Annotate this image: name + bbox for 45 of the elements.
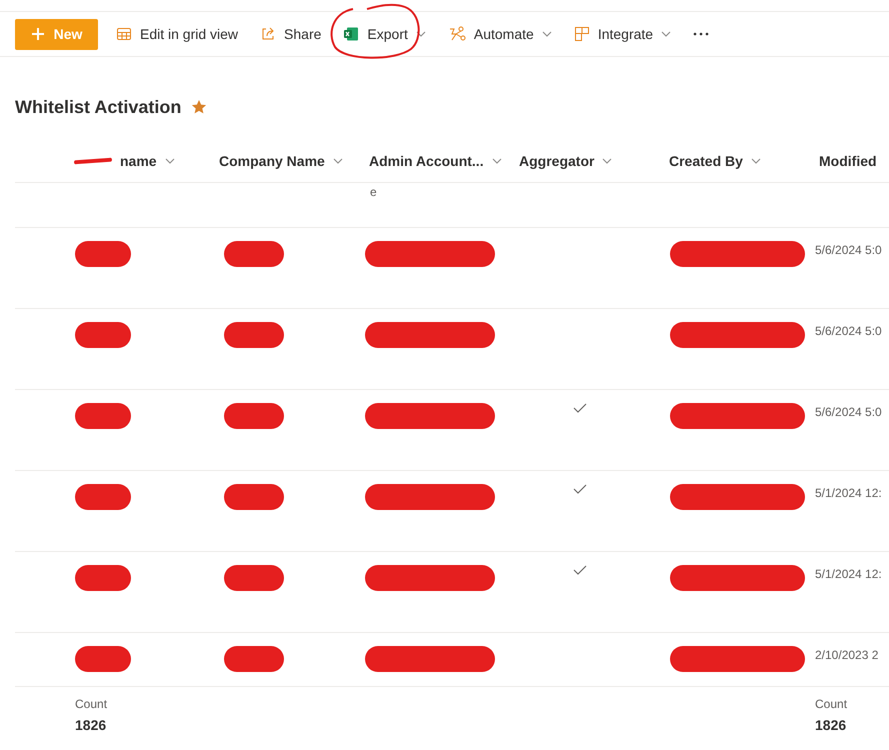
table-cell: 2/10/2023 2 xyxy=(815,648,878,662)
table-cell: e xyxy=(370,185,377,199)
chevron-icon xyxy=(542,31,552,37)
button-label: Edit in grid view xyxy=(140,26,238,42)
count-value: 1826 xyxy=(75,717,108,733)
column-header[interactable]: Aggregator xyxy=(513,148,618,172)
toolbar-button[interactable]: Share xyxy=(252,18,330,50)
table-cell: 5/6/2024 5:0 xyxy=(815,324,882,338)
column-header[interactable]: name xyxy=(68,148,181,172)
column-header[interactable]: Company Name xyxy=(213,148,349,172)
chevron-icon xyxy=(750,158,761,164)
button-label: Export xyxy=(367,26,408,42)
grid-icon xyxy=(116,26,132,42)
table-cell: 5/1/2024 12: xyxy=(815,567,882,581)
plus-icon xyxy=(30,27,45,41)
table-cell: 5/6/2024 5:0 xyxy=(815,405,882,419)
toolbar-button[interactable]: Automate xyxy=(440,18,560,50)
redaction-mark xyxy=(74,157,112,164)
button-label: Automate xyxy=(474,26,534,42)
button-label: Integrate xyxy=(598,26,654,42)
button-label: Share xyxy=(284,26,322,42)
more-icon xyxy=(693,32,710,36)
count-label: Count xyxy=(815,697,848,711)
chevron-icon xyxy=(602,158,612,164)
integrate-icon xyxy=(574,26,590,42)
share-icon xyxy=(260,26,276,42)
column-header[interactable]: Admin Account... xyxy=(363,148,508,172)
toolbar-button[interactable]: Edit in grid view xyxy=(108,18,246,50)
count-value: 1826 xyxy=(815,717,848,733)
count-label: Count xyxy=(75,697,108,711)
column-header[interactable]: Created By xyxy=(663,148,767,172)
table-cell: 5/1/2024 12: xyxy=(815,486,882,500)
chevron-icon xyxy=(661,31,672,37)
table-cell: 5/6/2024 5:0 xyxy=(815,243,882,257)
star-icon[interactable] xyxy=(191,99,208,115)
chevron-icon xyxy=(332,158,343,164)
column-header[interactable]: Modified xyxy=(813,148,883,172)
chevron-icon xyxy=(416,31,426,37)
chevron-icon xyxy=(164,158,175,164)
flow-icon xyxy=(448,26,466,42)
toolbar-button[interactable]: Export xyxy=(335,18,434,50)
list-title: Whitelist Activation xyxy=(15,96,182,118)
chevron-icon xyxy=(492,158,502,164)
toolbar-button[interactable]: Integrate xyxy=(566,18,680,50)
spreadsheet-icon xyxy=(343,26,360,42)
